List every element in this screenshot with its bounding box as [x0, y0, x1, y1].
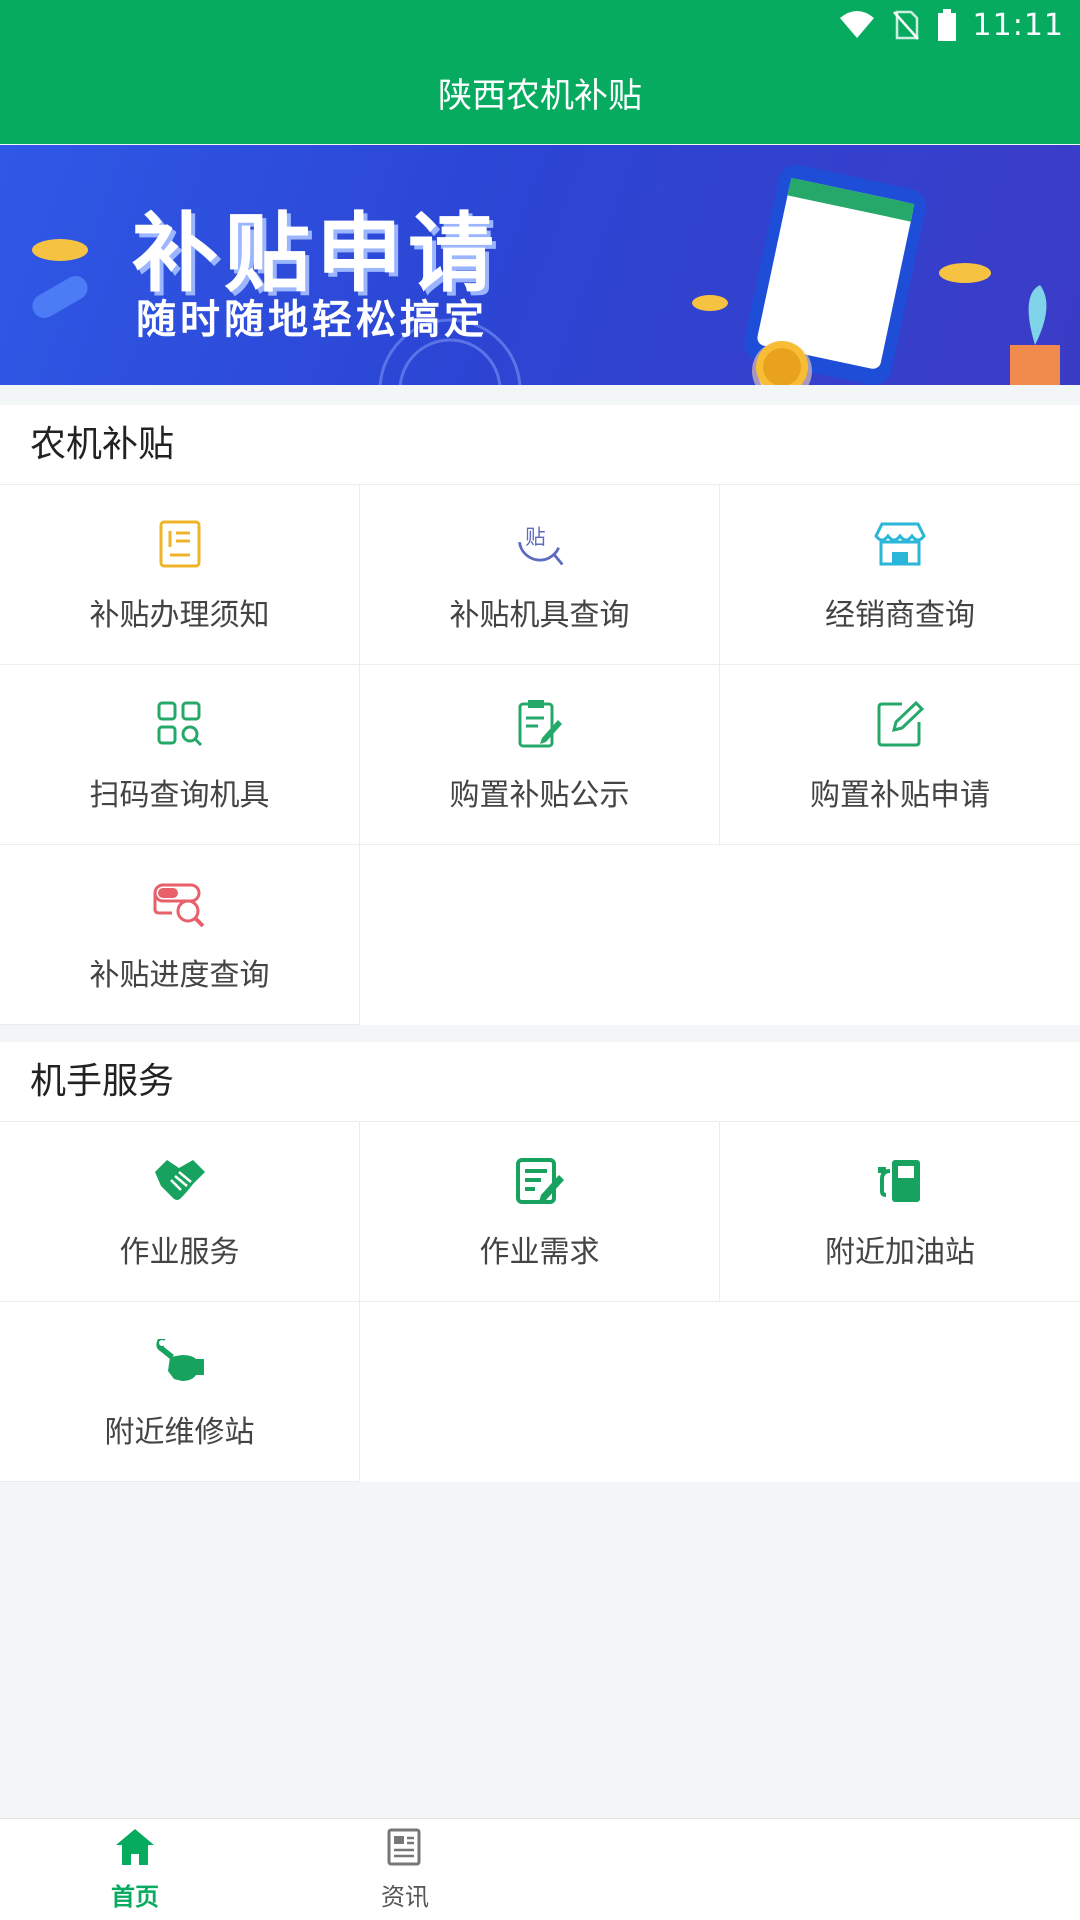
item-label: 补贴办理须知: [89, 597, 270, 633]
empty-cell: [720, 1302, 1080, 1482]
item-label: 附近加油站: [825, 1234, 975, 1270]
item-label: 作业需求: [479, 1234, 600, 1270]
home-icon: [114, 1827, 156, 1871]
tab-label: 资讯: [381, 1883, 429, 1911]
clock: 11:11: [972, 7, 1064, 43]
wrench-hand-icon: [152, 1333, 208, 1389]
edit-square-icon: [872, 696, 928, 752]
battery-icon: [937, 9, 957, 41]
tab-label: 首页: [111, 1883, 159, 1911]
handshake-icon: [152, 1153, 208, 1209]
fuel-pump-icon: [872, 1153, 928, 1209]
form-edit-icon: [512, 1153, 568, 1209]
document-list-icon: [152, 516, 208, 572]
item-label: 作业服务: [119, 1234, 240, 1270]
subsidy-section: 农机补贴 补贴办理须知 贴 补贴机具查询 经销商查询 扫码查询机具 购置补贴公示…: [0, 405, 1080, 1025]
progress-search-icon: [152, 876, 208, 932]
page-title: 陕西农机补贴: [438, 76, 642, 116]
work-demand-item[interactable]: 作业需求: [360, 1122, 720, 1302]
store-icon: [872, 516, 928, 572]
item-label: 补贴机具查询: [449, 597, 630, 633]
svg-text:贴: 贴: [525, 525, 546, 549]
subsidy-machine-search-item[interactable]: 贴 补贴机具查询: [360, 485, 720, 665]
work-service-item[interactable]: 作业服务: [0, 1122, 360, 1302]
item-label: 补贴进度查询: [89, 957, 270, 993]
news-icon: [385, 1827, 425, 1871]
clipboard-edit-icon: [512, 696, 568, 752]
purchase-apply-item[interactable]: 购置补贴申请: [720, 665, 1080, 845]
item-label: 附近维修站: [104, 1414, 255, 1450]
empty-cell: [360, 845, 720, 1025]
dealer-search-item[interactable]: 经销商查询: [720, 485, 1080, 665]
driver-grid: 作业服务 作业需求 附近加油站 附近维修站: [0, 1122, 1080, 1482]
bottom-tab-bar: 首页 资讯: [0, 1818, 1080, 1920]
subsidy-grid: 补贴办理须知 贴 补贴机具查询 经销商查询 扫码查询机具 购置补贴公示 购置补贴…: [0, 485, 1080, 1025]
repair-station-item[interactable]: 附近维修站: [0, 1302, 360, 1482]
purchase-notice-item[interactable]: 购置补贴公示: [360, 665, 720, 845]
section-title-subsidy: 农机补贴: [0, 405, 1080, 485]
tab-news[interactable]: 资讯: [270, 1819, 540, 1920]
scan-machine-item[interactable]: 扫码查询机具: [0, 665, 360, 845]
driver-section: 机手服务 作业服务 作业需求 附近加油站 附近维修站: [0, 1042, 1080, 1482]
banner-subline: 随时随地轻松搞定: [136, 297, 488, 343]
no-sim-icon: [892, 10, 919, 40]
item-label: 购置补贴申请: [810, 777, 990, 813]
section-title-driver: 机手服务: [0, 1042, 1080, 1122]
tab-home[interactable]: 首页: [0, 1819, 270, 1920]
item-label: 购置补贴公示: [449, 777, 630, 813]
gas-station-item[interactable]: 附近加油站: [720, 1122, 1080, 1302]
empty-cell: [360, 1302, 720, 1482]
promo-banner[interactable]: 补贴申请 随时随地轻松搞定: [0, 145, 1080, 385]
empty-cell: [720, 845, 1080, 1025]
app-header: 11:11 陕西农机补贴: [0, 0, 1080, 144]
subsidy-search-icon: 贴: [512, 516, 568, 572]
item-label: 扫码查询机具: [89, 777, 270, 813]
item-label: 经销商查询: [825, 597, 975, 633]
scan-grid-icon: [152, 696, 208, 752]
subsidy-guide-item[interactable]: 补贴办理须知: [0, 485, 360, 665]
wifi-icon: [839, 10, 875, 40]
progress-search-item[interactable]: 补贴进度查询: [0, 845, 360, 1025]
status-bar: 11:11: [0, 0, 1080, 50]
